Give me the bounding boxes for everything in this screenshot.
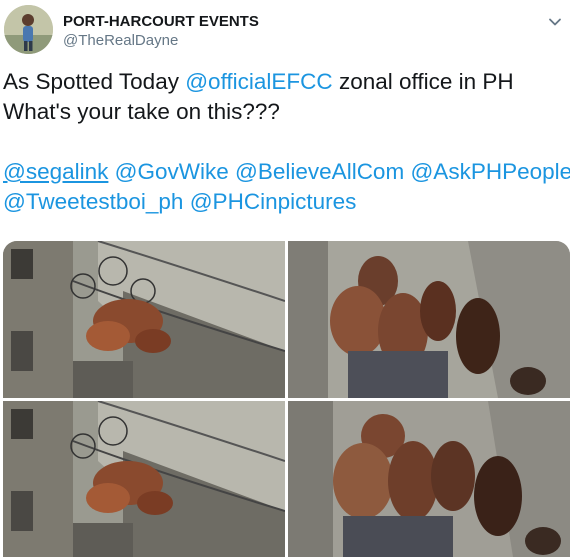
photo-2[interactable]	[288, 241, 570, 398]
mentions-row-1: @segalink @GovWike @BelieveAllCom @AskPH…	[3, 157, 570, 187]
mention-phcinpictures[interactable]: @PHCinpictures	[190, 189, 357, 214]
author-handle[interactable]: @TheRealDayne	[63, 31, 259, 50]
avatar[interactable]	[4, 5, 53, 54]
mention-segalink[interactable]: @segalink	[3, 159, 108, 184]
mention-officialEFCC[interactable]: @officialEFCC	[185, 69, 332, 94]
photo-1[interactable]	[3, 241, 285, 398]
tweet-text-line-2: What's your take on this???	[3, 99, 280, 124]
text-prefix: As Spotted Today	[3, 69, 186, 94]
text-suffix: zonal office in PH	[332, 69, 514, 94]
tweet-text: As Spotted Today @officialEFCC zonal off…	[3, 67, 570, 217]
photo-grid	[3, 241, 570, 557]
tweet-text-line-1: As Spotted Today @officialEFCC zonal off…	[3, 67, 569, 97]
author-display-name[interactable]: PORT-HARCOURT EVENTS	[63, 13, 259, 31]
photo-3[interactable]	[3, 401, 285, 557]
mentions-row-2: @Tweetestboi_ph @PHCinpictures	[3, 187, 569, 217]
tweet-header: PORT-HARCOURT EVENTS @TheRealDayne	[0, 0, 570, 62]
mention-askphpeople[interactable]: @AskPHPeople	[410, 159, 570, 184]
chevron-down-icon[interactable]	[544, 11, 566, 33]
photo-4[interactable]	[288, 401, 570, 557]
author-names: PORT-HARCOURT EVENTS @TheRealDayne	[63, 13, 259, 50]
mention-tweetestboi-ph[interactable]: @Tweetestboi_ph	[3, 189, 183, 214]
mention-believeallcom[interactable]: @BelieveAllCom	[235, 159, 404, 184]
tweet-card: PORT-HARCOURT EVENTS @TheRealDayne As Sp…	[0, 0, 570, 557]
mention-govwike[interactable]: @GovWike	[115, 159, 229, 184]
